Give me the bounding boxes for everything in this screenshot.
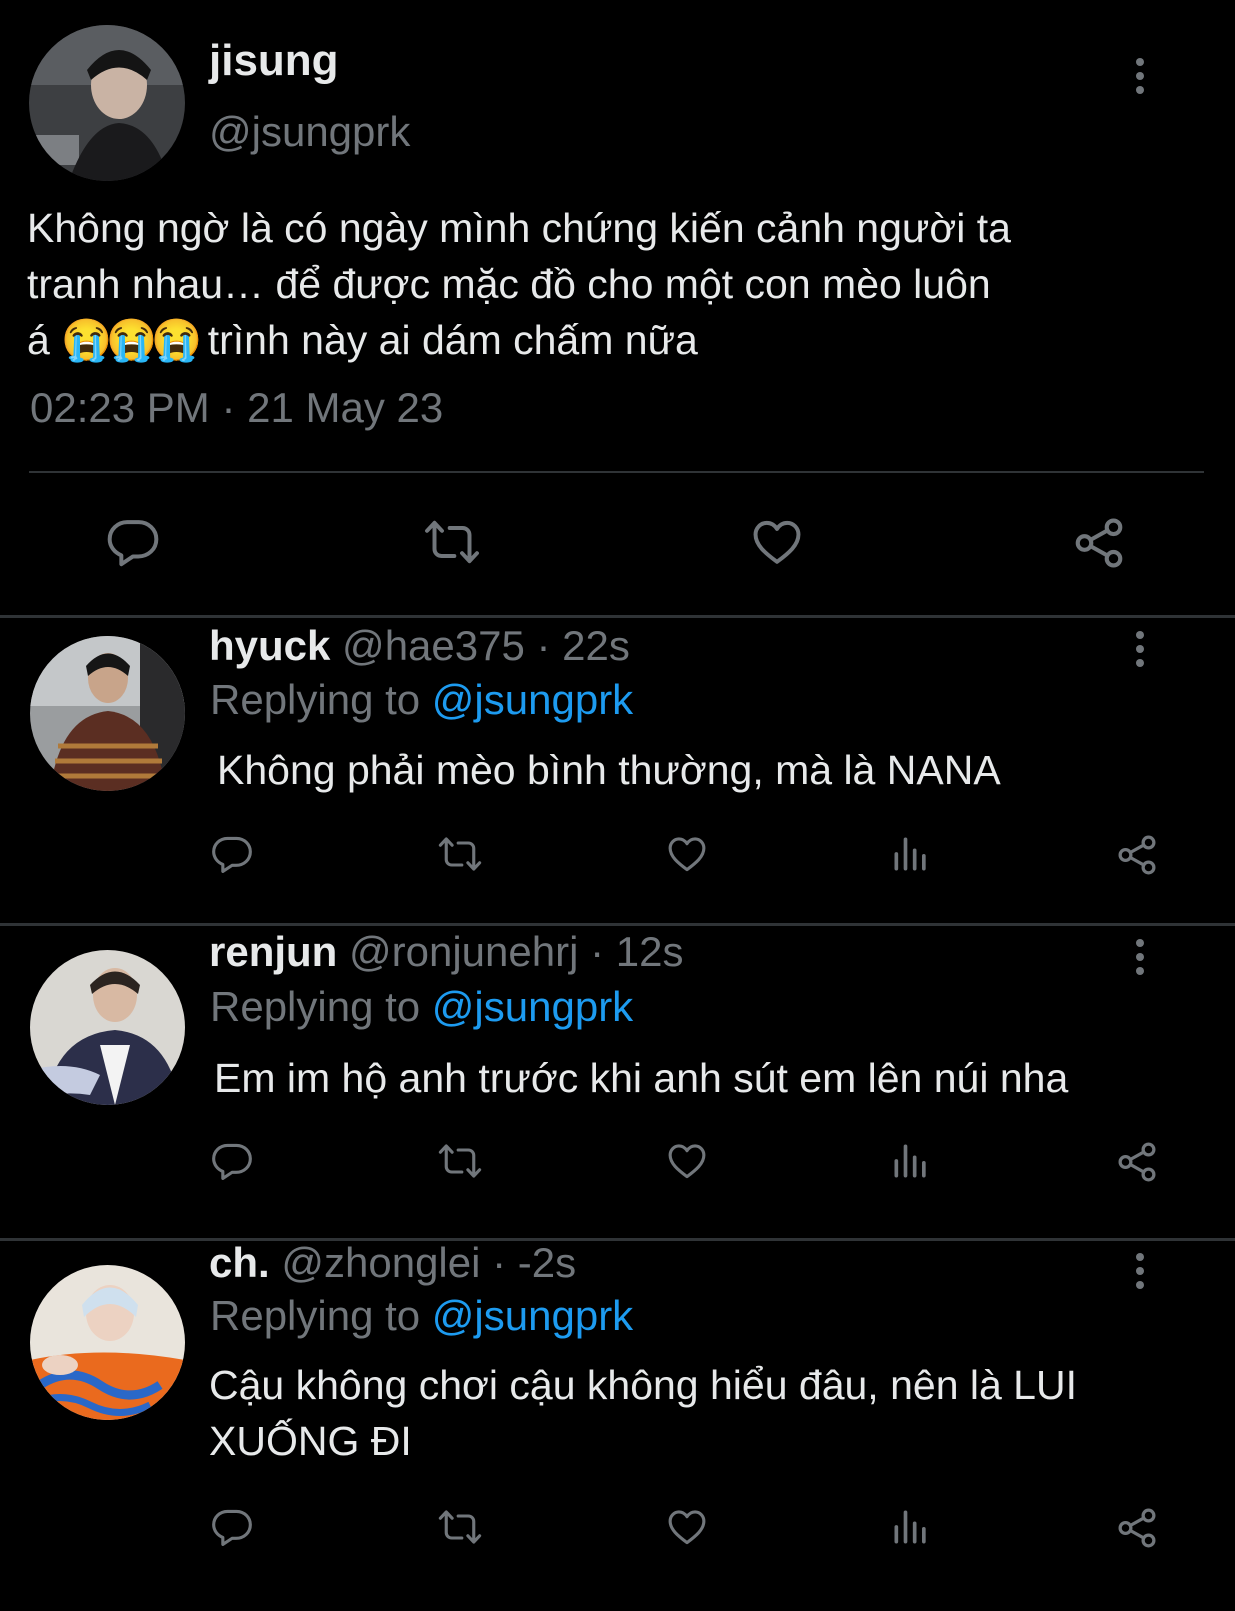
share-icon[interactable] — [1114, 1505, 1160, 1551]
retweet-icon[interactable] — [436, 1139, 484, 1183]
analytics-icon[interactable] — [889, 1505, 933, 1549]
tweet-text-segment: trình này ai dám chấm nữa — [196, 317, 698, 363]
reply-tweet[interactable]: ch. @zhonglei · -2s Replying to @jsungpr… — [0, 1239, 1235, 1611]
analytics-icon[interactable] — [889, 1139, 933, 1183]
reply-text: Em im hộ anh trước khi anh sút em lên nú… — [214, 1055, 1069, 1101]
tweet-text-segment: á — [27, 317, 62, 363]
replying-to: Replying to @jsungprk — [210, 676, 633, 724]
author-handle[interactable]: @jsungprk — [209, 108, 410, 156]
retweet-icon[interactable] — [422, 514, 482, 570]
like-icon[interactable] — [664, 1139, 710, 1183]
replying-to-label: Replying to — [210, 676, 432, 723]
retweet-icon[interactable] — [436, 832, 484, 876]
avatar[interactable] — [30, 1265, 185, 1420]
divider — [29, 471, 1204, 473]
reply-icon[interactable] — [105, 514, 161, 570]
replying-to: Replying to @jsungprk — [210, 1292, 633, 1340]
reply-author-name[interactable]: hyuck — [209, 622, 330, 669]
mention-link[interactable]: @jsungprk — [432, 983, 633, 1030]
reply-text-line: XUỐNG ĐI — [209, 1418, 412, 1464]
reply-tweet[interactable]: hyuck @hae375 · 22s Replying to @jsungpr… — [0, 618, 1235, 923]
avatar[interactable] — [30, 636, 185, 791]
avatar[interactable] — [29, 25, 185, 181]
reply-author-name[interactable]: renjun — [209, 928, 337, 975]
author-name[interactable]: jisung — [209, 36, 339, 86]
like-icon[interactable] — [664, 1505, 710, 1549]
replying-to: Replying to @jsungprk — [210, 983, 633, 1031]
share-icon[interactable] — [1114, 832, 1160, 878]
reply-header: ch. @zhonglei · -2s — [209, 1239, 576, 1287]
reply-text: Không phải mèo bình thường, mà là NANA — [217, 747, 1001, 793]
replying-to-label: Replying to — [210, 983, 432, 1030]
retweet-icon[interactable] — [436, 1505, 484, 1549]
like-icon[interactable] — [748, 514, 806, 570]
reply-author-name[interactable]: ch. — [209, 1239, 270, 1286]
reply-author-handle[interactable]: @hae375 · 22s — [330, 622, 630, 669]
reply-header: renjun @ronjunehrj · 12s — [209, 928, 683, 976]
reply-text-line: Cậu không chơi cậu không hiểu đâu, nên l… — [209, 1362, 1077, 1408]
tweet-text-line: á 😭😭😭 trình này ai dám chấm nữa — [27, 312, 1177, 368]
analytics-icon[interactable] — [889, 832, 933, 876]
tweet-timestamp[interactable]: 02:23 PM · 21 May 23 — [30, 384, 443, 432]
more-options-icon[interactable] — [1134, 631, 1146, 673]
tweet-text: Không ngờ là có ngày mình chứng kiến cản… — [27, 200, 1177, 368]
reply-text: Cậu không chơi cậu không hiểu đâu, nên l… — [209, 1357, 1209, 1469]
more-options-icon[interactable] — [1134, 1253, 1146, 1295]
share-icon[interactable] — [1114, 1139, 1160, 1185]
more-options-icon[interactable] — [1134, 58, 1146, 100]
share-icon[interactable] — [1070, 514, 1128, 572]
reply-icon[interactable] — [210, 832, 254, 876]
crying-emoji: 😭😭😭 — [61, 317, 202, 363]
reply-tweet[interactable]: renjun @ronjunehrj · 12s Replying to @js… — [0, 926, 1235, 1236]
reply-header: hyuck @hae375 · 22s — [209, 622, 630, 670]
reply-author-handle[interactable]: @zhonglei · -2s — [270, 1239, 576, 1286]
replying-to-label: Replying to — [210, 1292, 432, 1339]
reply-icon[interactable] — [210, 1139, 254, 1183]
mention-link[interactable]: @jsungprk — [432, 1292, 633, 1339]
reply-author-handle[interactable]: @ronjunehrj · 12s — [337, 928, 683, 975]
avatar[interactable] — [30, 950, 185, 1105]
tweet-text-line: tranh nhau… để được mặc đồ cho một con m… — [27, 261, 991, 307]
mention-link[interactable]: @jsungprk — [432, 676, 633, 723]
more-options-icon[interactable] — [1134, 939, 1146, 981]
tweet-text-line: Không ngờ là có ngày mình chứng kiến cản… — [27, 205, 1011, 251]
reply-icon[interactable] — [210, 1505, 254, 1549]
main-tweet: jisung @jsungprk Không ngờ là có ngày mì… — [0, 0, 1235, 615]
like-icon[interactable] — [664, 832, 710, 876]
